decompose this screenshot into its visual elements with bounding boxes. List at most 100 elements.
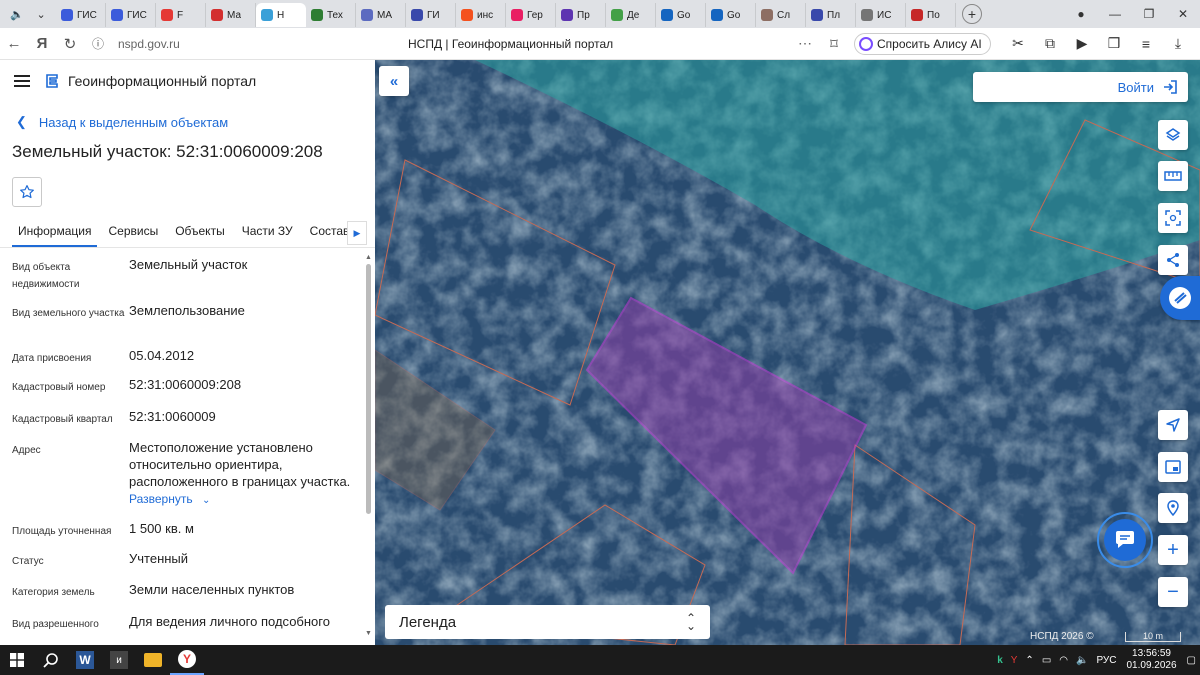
property-value: Земельный участок (129, 257, 248, 272)
tabs-scroll-right-button[interactable]: ▶ (347, 221, 367, 245)
restore-button[interactable]: ❐ (1132, 0, 1166, 28)
yandex-browser-app-icon[interactable]: Y (170, 645, 204, 675)
minimap-button[interactable] (1158, 452, 1188, 482)
place-search-button[interactable] (1158, 493, 1188, 523)
minimize-button[interactable]: — (1098, 0, 1132, 28)
network-icon[interactable]: ◠ (1055, 655, 1072, 666)
close-window-button[interactable]: ✕ (1166, 0, 1200, 28)
tools-icon[interactable]: ✂ (1002, 30, 1034, 58)
location-pin-icon (1167, 500, 1179, 516)
browser-tab[interactable]: Н (256, 3, 306, 27)
browser-tab[interactable]: МА (356, 3, 406, 27)
browser-tab[interactable]: F (156, 3, 206, 27)
scrollbar-thumb[interactable] (366, 264, 371, 514)
tab-label: Ма (227, 9, 242, 21)
language-indicator[interactable]: РУС (1092, 655, 1120, 666)
select-area-button[interactable] (1158, 203, 1188, 233)
bookmark-icon[interactable]: ⌑ (820, 30, 848, 58)
new-tab-button[interactable]: + (962, 4, 982, 24)
property-key: Кадастровый квартал (12, 414, 113, 425)
browser-tab[interactable]: ГИС (106, 3, 156, 27)
browser-tab[interactable]: Гер (506, 3, 556, 27)
windows-start-icon[interactable] (0, 645, 34, 675)
notifications-icon[interactable]: ▢ (1183, 655, 1200, 666)
zoom-in-button[interactable]: + (1158, 535, 1188, 565)
kaspersky-icon[interactable]: k (993, 655, 1007, 666)
word-app-icon[interactable]: W (68, 645, 102, 675)
chat-button[interactable] (1097, 512, 1153, 568)
legend-panel[interactable]: Легенда ⌃ ⌄ (385, 605, 710, 639)
zoom-out-button[interactable]: − (1158, 577, 1188, 607)
tab-information[interactable]: Информация (12, 217, 98, 247)
browser-tab[interactable]: Go (656, 3, 706, 27)
back-label: Назад к выделенным объектам (38, 114, 229, 130)
scroll-up-icon[interactable]: ▲ (365, 254, 372, 261)
browser-tab[interactable]: Пл (806, 3, 856, 27)
favorite-button[interactable] (12, 177, 42, 207)
tab-label: Де (627, 9, 640, 21)
volume-icon[interactable]: 🔈 (1072, 655, 1092, 666)
map-view[interactable]: « Войти + − Легенда ⌃ ⌄ НСПД 2026 © 10 m (375, 60, 1200, 645)
tray-overflow-icon[interactable]: ⌃ (1021, 655, 1037, 666)
property-value: Землепользование (129, 303, 245, 318)
browser-tab[interactable]: Сл (756, 3, 806, 27)
layers-button[interactable] (1158, 120, 1188, 150)
tab-label: F (177, 9, 184, 21)
search-icon[interactable] (34, 645, 68, 675)
tab-favicon-icon (261, 9, 273, 21)
yandex-tray-icon[interactable]: Y (1007, 655, 1022, 666)
panel-scrollbar[interactable]: ▲ ▼ (364, 254, 373, 643)
tab-parts[interactable]: Части ЗУ (236, 217, 299, 247)
browser-tab[interactable]: Ма (206, 3, 256, 27)
tab-favicon-icon (611, 9, 623, 21)
browser-tab[interactable]: Пр (556, 3, 606, 27)
hamburger-menu-icon[interactable] (14, 75, 30, 87)
browser-tab[interactable]: ГИ (406, 3, 456, 27)
tab-services[interactable]: Сервисы (102, 217, 164, 247)
select-area-icon (1165, 210, 1181, 226)
property-value: 52:31:0060009 (129, 409, 216, 424)
back-to-selected-link[interactable]: ❮ Назад к выделенным объектам (0, 102, 375, 142)
downloads-icon[interactable]: ⤓ (1162, 30, 1194, 58)
browser-tab[interactable]: Go (706, 3, 756, 27)
measure-button[interactable] (1158, 161, 1188, 191)
explorer-app-icon[interactable] (136, 645, 170, 675)
reload-icon[interactable]: ↻ (56, 30, 84, 58)
share-button[interactable] (1158, 245, 1188, 275)
profile-icon[interactable]: ● (1064, 0, 1098, 28)
battery-icon[interactable]: ▭ (1038, 655, 1055, 666)
browser-tab[interactable]: ИС (856, 3, 906, 27)
login-button[interactable]: Войти (973, 72, 1188, 102)
assistant-button[interactable] (1160, 276, 1200, 320)
browser-tab[interactable]: По (906, 3, 956, 27)
tab-favicon-icon (411, 9, 423, 21)
system-tray: k Y ⌃ ▭ ◠ 🔈 РУС 13:56:59 01.09.2026 ▢ (993, 645, 1200, 675)
menu-icon[interactable]: ≡ (1130, 30, 1162, 58)
app-icon[interactable]: и (102, 645, 136, 675)
alice-button[interactable]: Спросить Алису AI (854, 32, 991, 55)
browser-tab[interactable]: Тех (306, 3, 356, 27)
browser-tab[interactable]: ГИС (56, 3, 106, 27)
property-value: Учтенный (129, 551, 189, 566)
extensions-icon[interactable]: ⧉ (1034, 30, 1066, 58)
collapse-panel-button[interactable]: « (379, 66, 409, 96)
browser-toolbar: ✂ ⧉ ▶ ❒ ≡ ⤓ (1002, 30, 1200, 58)
more-icon[interactable]: ⋯ (798, 35, 820, 52)
tab-objects[interactable]: Объекты (169, 217, 231, 247)
back-arrow-icon[interactable]: ← (0, 30, 28, 58)
browser-tab[interactable]: инс (456, 3, 506, 27)
speaker-icon[interactable]: 🔈 (10, 8, 24, 21)
property-value: 1 500 кв. м (129, 521, 194, 536)
browser-tab[interactable]: Де (606, 3, 656, 27)
scroll-down-icon[interactable]: ▼ (365, 630, 372, 637)
url-field[interactable]: nspd.gov.ru (118, 37, 318, 51)
yandex-icon[interactable]: Я (28, 30, 56, 58)
clock[interactable]: 13:56:59 01.09.2026 (1120, 648, 1182, 672)
expand-link[interactable]: Развернуть ⌄ (129, 490, 359, 510)
geolocation-button[interactable] (1158, 410, 1188, 440)
chevron-down-icon[interactable]: ⌄ (37, 8, 46, 21)
media-icon[interactable]: ▶ (1066, 30, 1098, 58)
collections-icon[interactable]: ❒ (1098, 30, 1130, 58)
site-info-icon[interactable]: ⓘ (84, 30, 112, 58)
address-block: Местоположение установлено относительно … (129, 439, 359, 520)
